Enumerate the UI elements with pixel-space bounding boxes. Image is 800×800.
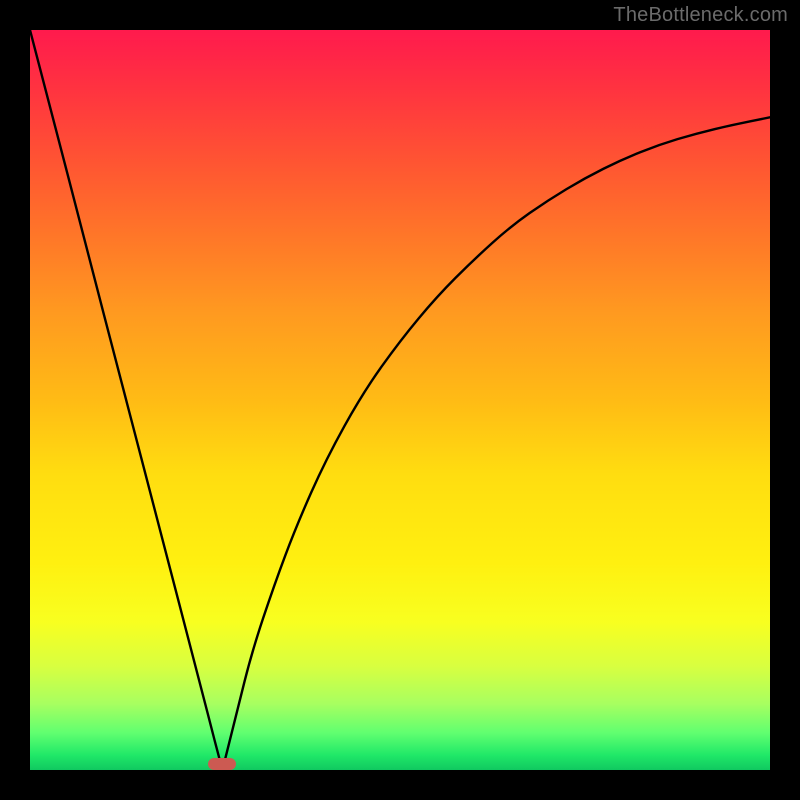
right-branch-path	[222, 117, 770, 770]
optimal-marker	[208, 758, 236, 770]
watermark-text: TheBottleneck.com	[613, 4, 788, 27]
plot-area	[30, 30, 770, 770]
curve-layer	[30, 30, 770, 770]
chart-frame: TheBottleneck.com	[0, 0, 800, 800]
left-branch-path	[30, 30, 222, 770]
